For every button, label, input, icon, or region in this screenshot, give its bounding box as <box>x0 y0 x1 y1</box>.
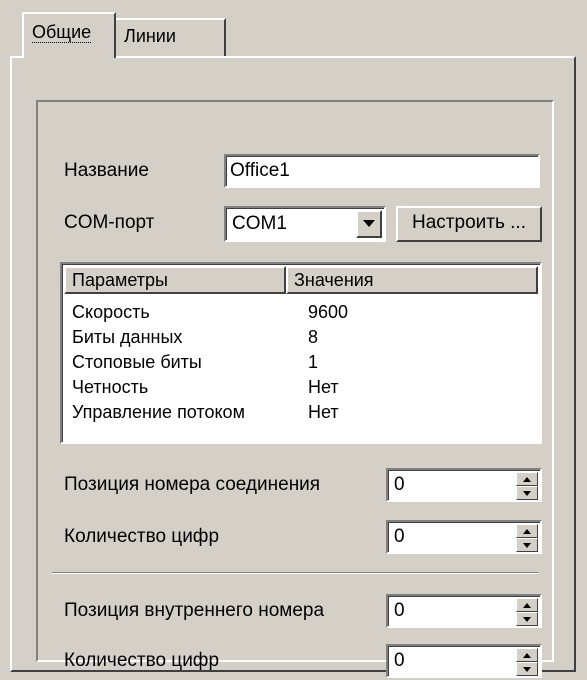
param-value: Нет <box>308 377 339 397</box>
table-header-params[interactable]: Параметры <box>64 266 286 294</box>
param-value: 1 <box>308 352 319 372</box>
tab-panel: Название Office1 COM-порт COM1 Настроить… <box>10 56 576 678</box>
internal-digits-label: Количество цифр <box>64 650 220 671</box>
connection-digits-spinner[interactable]: 0 <box>386 520 542 554</box>
internal-digits-spinner[interactable]: 0 <box>386 644 542 678</box>
param-value: Нет <box>308 402 339 422</box>
param-value: 9600 <box>308 302 349 322</box>
table-row[interactable]: Скорость 9600 <box>72 300 348 325</box>
param-name: Четность <box>72 377 149 397</box>
table-header-values[interactable]: Значения <box>286 266 538 294</box>
internal-position-spinner[interactable]: 0 <box>386 594 542 628</box>
divider <box>52 572 538 574</box>
spin-up-icon[interactable] <box>516 648 538 662</box>
connection-digits-label: Количество цифр <box>64 526 220 547</box>
chevron-down-icon[interactable] <box>356 210 382 238</box>
spin-down-icon[interactable] <box>516 662 538 676</box>
internal-position-label: Позиция внутреннего номера <box>64 600 325 621</box>
configure-button[interactable]: Настроить ... <box>396 206 542 242</box>
tab-general[interactable]: Общие <box>22 12 116 58</box>
table-row[interactable]: Четность Нет <box>72 375 339 400</box>
connection-position-label: Позиция номера соединения <box>64 474 321 495</box>
name-label: Название <box>64 160 149 181</box>
param-name: Скорость <box>72 302 150 322</box>
tab-lines[interactable]: Линии <box>116 18 226 58</box>
spinner-value: 0 <box>394 600 405 621</box>
param-name: Управление потоком <box>72 402 245 422</box>
connection-position-spinner[interactable]: 0 <box>386 468 542 502</box>
spinner-value: 0 <box>394 474 405 495</box>
spin-down-icon[interactable] <box>516 538 538 552</box>
params-table: Параметры Значения Скорость 9600 Биты да… <box>60 262 542 444</box>
param-name: Биты данных <box>72 327 183 347</box>
name-input[interactable]: Office1 <box>224 154 540 188</box>
settings-group: Название Office1 COM-порт COM1 Настроить… <box>36 100 554 678</box>
table-row[interactable]: Стоповые биты 1 <box>72 350 318 375</box>
spin-up-icon[interactable] <box>516 472 538 486</box>
com-port-select[interactable]: COM1 <box>224 206 386 242</box>
table-row[interactable]: Управление потоком Нет <box>72 400 339 425</box>
spinner-value: 0 <box>394 526 405 547</box>
spin-up-icon[interactable] <box>516 524 538 538</box>
spinner-value: 0 <box>394 650 405 671</box>
param-value: 8 <box>308 327 319 347</box>
com-port-value: COM1 <box>232 213 287 234</box>
spin-down-icon[interactable] <box>516 486 538 500</box>
spin-down-icon[interactable] <box>516 612 538 626</box>
param-name: Стоповые биты <box>72 352 202 372</box>
table-row[interactable]: Биты данных 8 <box>72 325 318 350</box>
com-port-label: COM-порт <box>64 212 155 233</box>
spin-up-icon[interactable] <box>516 598 538 612</box>
